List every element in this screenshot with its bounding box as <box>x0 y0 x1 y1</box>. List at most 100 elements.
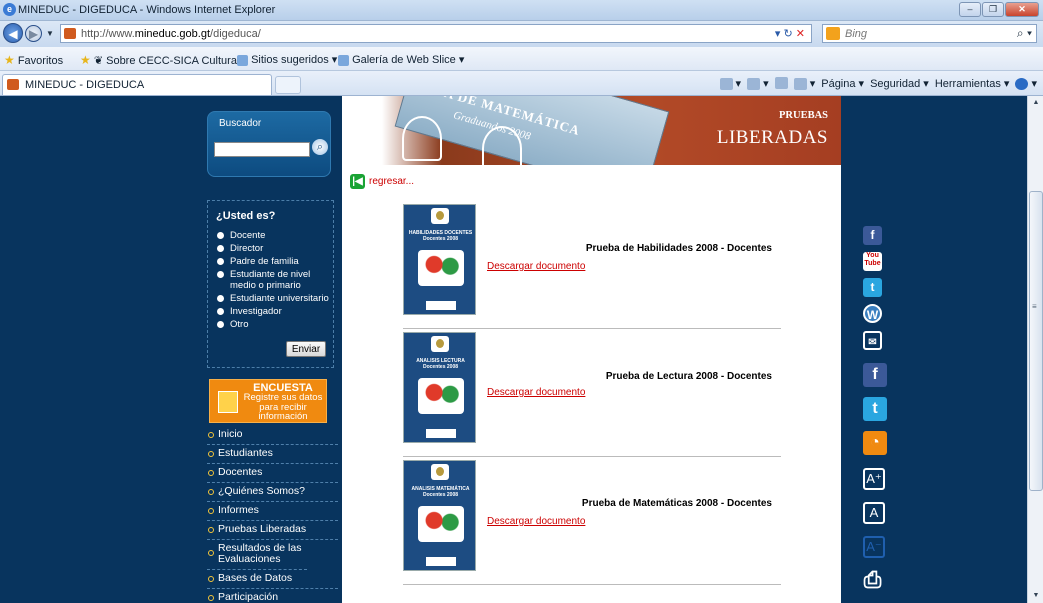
poll-option-padre[interactable]: Padre de familia <box>217 256 329 267</box>
search-panel-label: Buscador <box>219 118 262 129</box>
url-dropdown-icon[interactable]: ▾ <box>775 28 781 40</box>
banner-figure-illustration <box>402 116 442 161</box>
site-search-input[interactable] <box>214 142 310 157</box>
window-titlebar: e MINEDUC - DIGEDUCA - Windows Internet … <box>0 0 1043 21</box>
poll-option-universitario[interactable]: Estudiante universitario <box>217 293 329 304</box>
document-entry: ANALISIS LECTURA Docentes 2008 Prueba de… <box>403 332 782 457</box>
menu-item-quienes-somos[interactable]: ¿Quiénes Somos? <box>207 483 338 502</box>
scroll-down-arrow-icon[interactable]: ▼ <box>1029 589 1043 603</box>
favorite-item-cecc[interactable]: ★ ❦ Sobre CECC-SICA Cultura... <box>80 53 246 67</box>
poll-option-director[interactable]: Director <box>217 243 329 254</box>
descargar-documento-link[interactable]: Descargar documento <box>487 387 585 398</box>
document-cover-thumbnail[interactable]: ANALISIS MATEMÁTICA Docentes 2008 <box>403 460 476 571</box>
security-menu[interactable]: Seguridad ▾ <box>870 77 929 90</box>
cover-logo <box>426 301 456 310</box>
font-increase-icon[interactable]: A⁺ <box>863 468 885 490</box>
document-cover-thumbnail[interactable]: ANALISIS LECTURA Docentes 2008 <box>403 332 476 443</box>
poll-option-estudiante-medio[interactable]: Estudiante de nivel medio o primario <box>217 269 317 291</box>
scroll-up-arrow-icon[interactable]: ▲ <box>1029 96 1043 110</box>
mail-button[interactable] <box>774 77 788 90</box>
forward-button[interactable]: ▶ <box>25 25 42 42</box>
new-tab-button[interactable] <box>275 76 301 94</box>
divider <box>403 456 781 457</box>
menu-item-estudiantes[interactable]: Estudiantes <box>207 445 338 464</box>
user-type-poll: ¿Usted es? Docente Director Padre de fam… <box>207 200 334 368</box>
print-icon <box>793 78 807 91</box>
favorite-item-sugeridos[interactable]: Sitios sugeridos ▾ <box>237 53 337 66</box>
tab-title: MINEDUC - DIGEDUCA <box>25 79 145 91</box>
font-decrease-icon[interactable]: A⁻ <box>863 536 885 558</box>
print-icon[interactable]: ⎙ <box>863 569 882 591</box>
back-button[interactable]: ◀ <box>3 23 23 43</box>
favorites-button[interactable]: ★ Favoritos <box>4 53 63 67</box>
tab-mineduc[interactable]: MINEDUC - DIGEDUCA <box>2 74 272 95</box>
menu-item-pruebas-liberadas[interactable]: Pruebas Liberadas <box>207 521 338 540</box>
url-field[interactable]: http://www.mineduc.gob.gt/digeduca/ ▾ ↻ … <box>60 24 812 43</box>
twitter-icon[interactable]: t <box>863 397 887 421</box>
help-icon <box>1015 78 1029 91</box>
refresh-icon[interactable]: ↻ <box>784 28 793 40</box>
youtube-icon[interactable]: You Tube <box>863 252 882 271</box>
descargar-documento-link[interactable]: Descargar documento <box>487 516 585 527</box>
stop-icon[interactable]: ✕ <box>796 28 805 40</box>
poll-option-docente[interactable]: Docente <box>217 230 329 241</box>
banner-label-big: LIBERADAS <box>716 127 828 148</box>
banner-label-small: PRUEBAS <box>778 110 828 121</box>
menu-item-inicio[interactable]: Inicio <box>207 426 338 445</box>
main-content: A DE MATEMÁTICA Graduandos 2008 PRUEBAS … <box>342 96 841 603</box>
url-path: /digeduca/ <box>210 28 261 40</box>
menu-item-docentes[interactable]: Docentes <box>207 464 338 483</box>
maximize-button[interactable]: ❐ <box>982 2 1004 17</box>
tab-favicon-icon <box>7 79 19 90</box>
vertical-scrollbar[interactable]: ▲ ≡ ▼ <box>1027 96 1043 603</box>
favorite-item-label: Sobre CECC-SICA Cultura... <box>106 55 247 67</box>
poll-option-investigador[interactable]: Investigador <box>217 306 329 317</box>
menu-item-participacion[interactable]: Participación Internacional <box>207 589 338 603</box>
close-window-button[interactable]: ✕ <box>1005 2 1039 17</box>
mail-icon <box>774 77 788 90</box>
rss-icon[interactable]: ◔ <box>863 431 887 455</box>
menu-item-resultados[interactable]: Resultados de las Evaluaciones <box>207 540 307 570</box>
twitter-icon[interactable]: t <box>863 278 882 297</box>
divider <box>403 328 781 329</box>
feeds-icon <box>747 78 761 91</box>
cover-caption: HABILIDADES DOCENTES Docentes 2008 <box>408 230 473 242</box>
feeds-button[interactable]: ▾ <box>747 77 769 91</box>
scrollbar-thumb[interactable] <box>1029 191 1043 491</box>
home-icon <box>719 78 733 91</box>
add-favorite-icon: ★ <box>80 53 91 67</box>
favorites-bar: ★ Favoritos ★ ❦ Sobre CECC-SICA Cultura.… <box>0 47 1043 71</box>
document-title: Prueba de Habilidades 2008 - Docentes <box>585 243 772 254</box>
facebook-icon[interactable]: f <box>863 226 882 245</box>
encuesta-banner[interactable]: ENCUESTA Registre sus datos para recibir… <box>209 379 327 423</box>
document-cover-thumbnail[interactable]: HABILIDADES DOCENTES Docentes 2008 <box>403 204 476 315</box>
site-search-icon[interactable]: ⌕ <box>312 139 328 155</box>
cover-illustration <box>418 378 464 414</box>
favorites-label: Favoritos <box>17 55 64 67</box>
facebook-icon[interactable]: f <box>863 363 887 387</box>
tools-menu[interactable]: Herramientas ▾ <box>935 77 1010 90</box>
document-entry: ANALISIS MATEMÁTICA Docentes 2008 Prueba… <box>403 460 782 585</box>
search-panel: Buscador ⌕ <box>207 111 331 177</box>
menu-item-informes[interactable]: Informes <box>207 502 338 521</box>
poll-option-otro[interactable]: Otro <box>217 319 329 330</box>
search-icon[interactable]: ⌕ ▾ <box>1017 26 1032 41</box>
home-button[interactable]: ▾ <box>719 77 741 91</box>
history-dropdown-icon[interactable]: ▼ <box>46 29 54 38</box>
enviar-button[interactable]: Enviar <box>286 341 326 357</box>
web-page: Buscador ⌕ ¿Usted es? Docente Director P… <box>0 96 1027 603</box>
descargar-documento-link[interactable]: Descargar documento <box>487 261 585 272</box>
site-favicon-icon <box>64 28 76 39</box>
search-box[interactable]: Bing ⌕ ▾ <box>822 24 1037 43</box>
font-normal-icon[interactable]: A <box>863 502 885 524</box>
guatemala-seal-icon <box>431 208 449 224</box>
minimize-button[interactable]: – <box>959 2 981 17</box>
regresar-link[interactable]: |◀ regresar... <box>350 174 414 189</box>
menu-item-bases-de-datos[interactable]: Bases de Datos <box>207 570 338 589</box>
favorite-item-webslice[interactable]: Galería de Web Slice ▾ <box>338 53 464 66</box>
help-button[interactable]: ▾ <box>1015 77 1037 91</box>
page-menu[interactable]: Página ▾ <box>821 77 864 90</box>
print-button[interactable]: ▾ <box>793 77 815 91</box>
mail-icon[interactable]: ✉ <box>863 331 882 350</box>
wordpress-icon[interactable]: W <box>863 304 882 323</box>
